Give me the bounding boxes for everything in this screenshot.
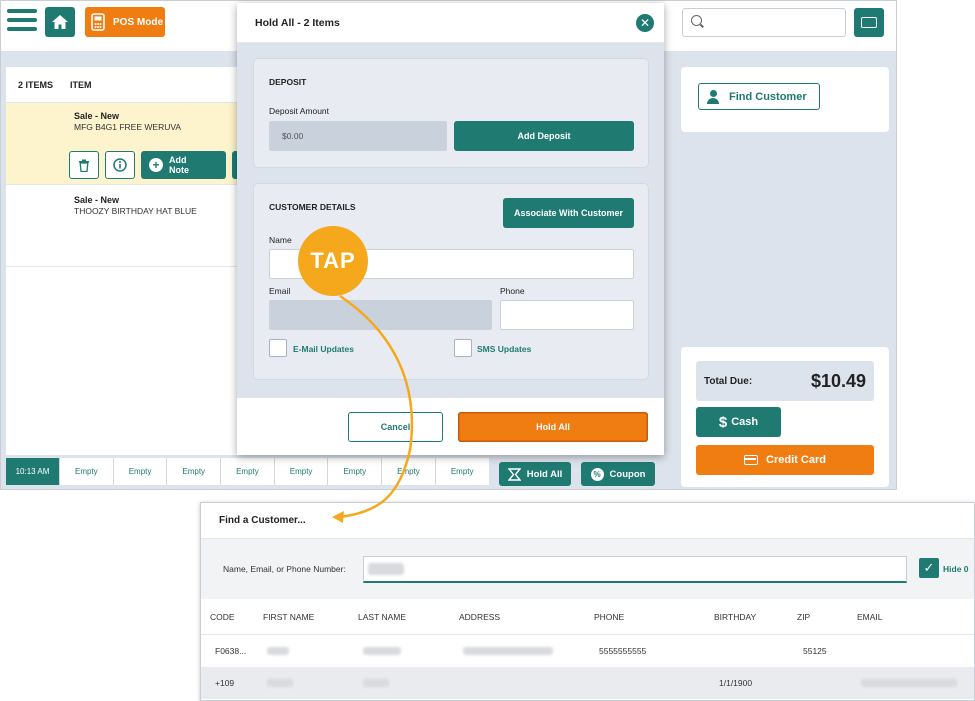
tap-arrow-path: [339, 294, 414, 519]
tap-arrow-head: [332, 511, 344, 523]
tap-arrow: [332, 294, 414, 523]
stage: POS Mode 2 ITEMS ITEM Sale - New MFG B4G…: [0, 0, 975, 701]
tap-callout: TAP: [298, 226, 368, 296]
